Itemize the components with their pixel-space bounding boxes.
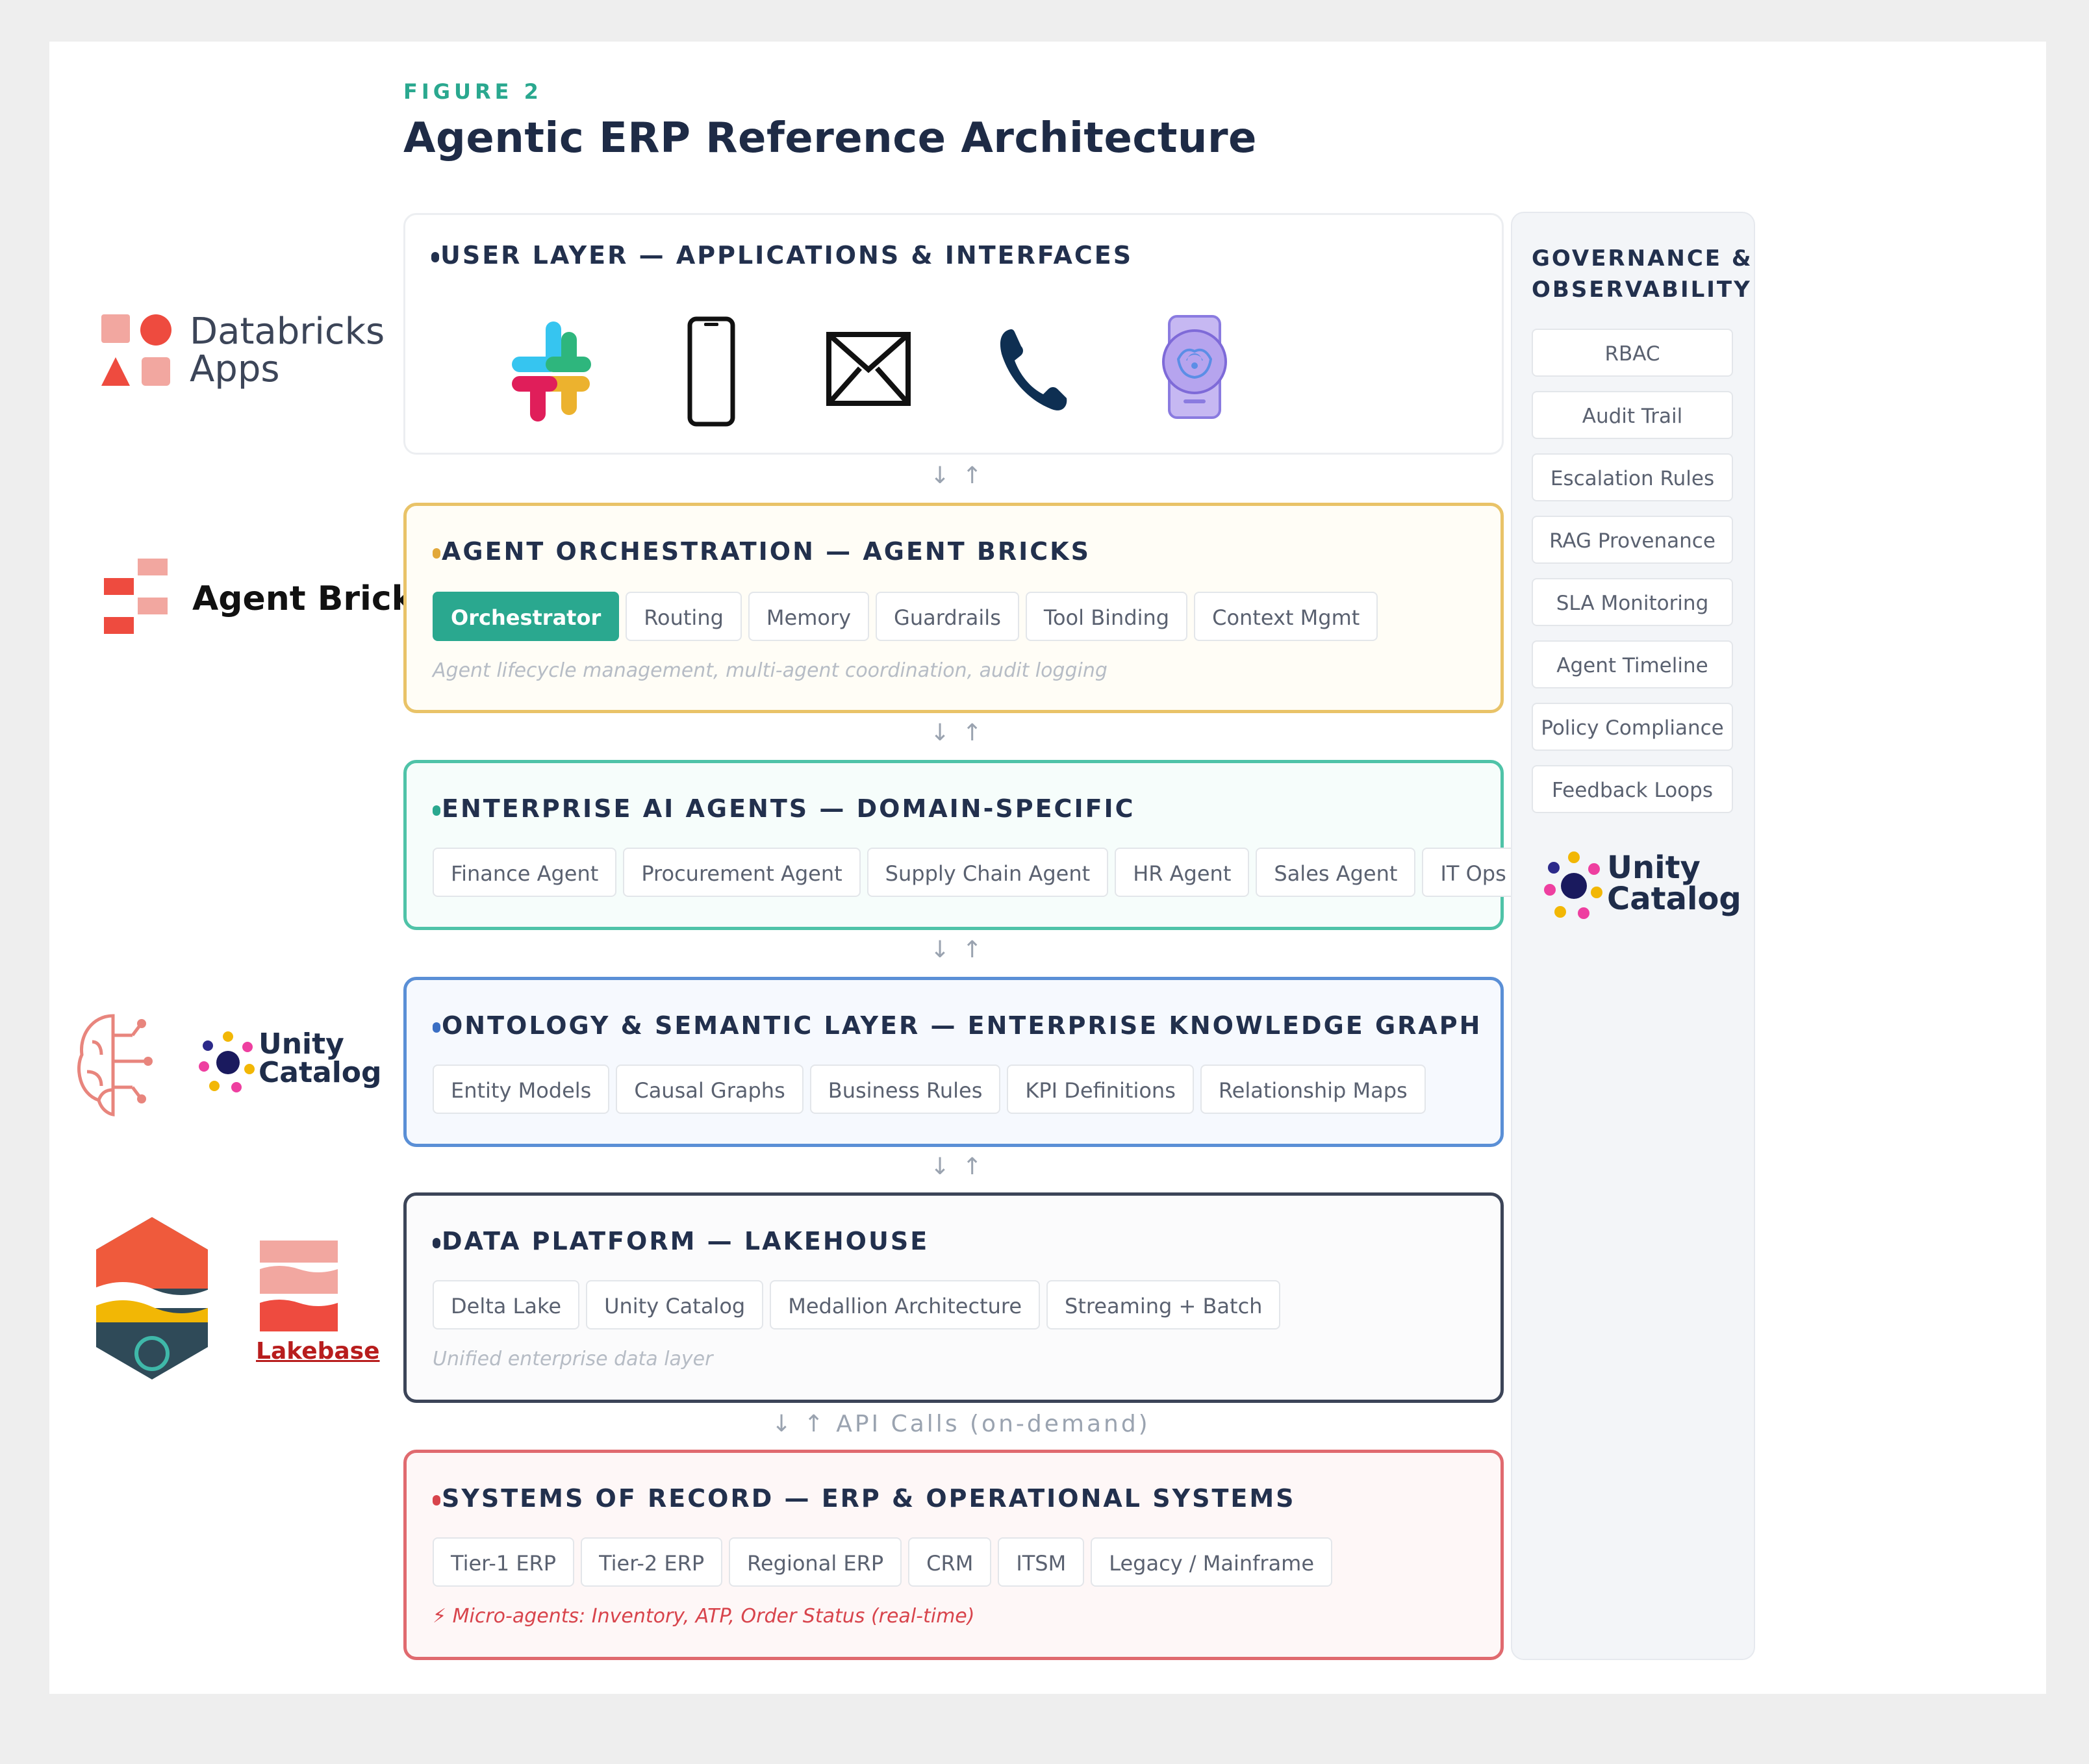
unity-catalog-icon xyxy=(1544,851,1602,919)
records-dot xyxy=(433,1494,440,1506)
enterprise-agents-layer: ENTERPRISE AI AGENTS — DOMAIN-SPECIFIC F… xyxy=(403,760,1593,930)
governance-panel: GOVERNANCE & OBSERVABILITY RBAC Audit Tr… xyxy=(1511,212,1755,1660)
orchestration-dot xyxy=(433,548,440,559)
smartphone-icon[interactable] xyxy=(687,316,735,427)
gov-item-rag-provenance[interactable]: RAG Provenance xyxy=(1532,516,1733,564)
ontology-title: ONTOLOGY & SEMANTIC LAYER — ENTERPRISE K… xyxy=(442,1011,1482,1040)
connector-user-orchestration: ↓ ↑ xyxy=(930,462,985,489)
systems-of-record-layer: SYSTEMS OF RECORD — ERP & OPERATIONAL SY… xyxy=(403,1450,1504,1660)
chip-unity-catalog[interactable]: Unity Catalog xyxy=(586,1280,764,1329)
data-note: Unified enterprise data layer xyxy=(433,1348,713,1370)
gov-item-audit-trail[interactable]: Audit Trail xyxy=(1532,391,1733,439)
chip-business-rules[interactable]: Business Rules xyxy=(809,1065,1001,1114)
data-title: DATA PLATFORM — LAKEHOUSE xyxy=(442,1227,930,1255)
orchestration-title: AGENT ORCHESTRATION — AGENT BRICKS xyxy=(442,537,1091,566)
agent-bricks-icon xyxy=(104,559,168,634)
data-dot xyxy=(433,1237,440,1248)
enterprise-chips: Finance Agent Procurement Agent Supply C… xyxy=(433,848,1593,897)
gov-unity-text: Unity xyxy=(1607,850,1701,886)
chip-regional-erp[interactable]: Regional ERP xyxy=(729,1537,902,1587)
ontology-chips: Entity Models Causal Graphs Business Rul… xyxy=(433,1065,1426,1114)
phone-icon[interactable] xyxy=(998,325,1069,414)
connector-orchestration-enterprise: ↓ ↑ xyxy=(930,720,985,746)
chip-tier2-erp[interactable]: Tier-2 ERP xyxy=(581,1537,723,1587)
enterprise-title: ENTERPRISE AI AGENTS — DOMAIN-SPECIFIC xyxy=(442,794,1135,823)
ai-mobile-brain-icon[interactable] xyxy=(1152,314,1237,422)
chip-memory[interactable]: Memory xyxy=(748,592,870,641)
chip-delta-lake[interactable]: Delta Lake xyxy=(433,1280,580,1329)
orchestration-chips: Orchestrator Routing Memory Guardrails T… xyxy=(433,592,1378,641)
records-title: SYSTEMS OF RECORD — ERP & OPERATIONAL SY… xyxy=(442,1484,1296,1513)
slack-icon[interactable] xyxy=(508,319,592,425)
chip-tool-binding[interactable]: Tool Binding xyxy=(1025,592,1188,641)
connector-ontology-data: ↓ ↑ xyxy=(930,1153,985,1180)
agent-bricks-text: Agent Bricks xyxy=(192,579,435,618)
chip-entity-models[interactable]: Entity Models xyxy=(433,1065,610,1114)
chip-legacy-mainframe[interactable]: Legacy / Mainframe xyxy=(1091,1537,1333,1587)
databricks-text: Databricks xyxy=(190,310,385,353)
data-platform-layer: DATA PLATFORM — LAKEHOUSE Delta Lake Uni… xyxy=(403,1192,1504,1403)
chip-procurement-agent[interactable]: Procurement Agent xyxy=(623,848,861,897)
chip-routing[interactable]: Routing xyxy=(626,592,742,641)
chip-crm[interactable]: CRM xyxy=(908,1537,992,1587)
gov-item-rbac[interactable]: RBAC xyxy=(1532,329,1733,377)
catalog-text: Catalog xyxy=(259,1056,382,1089)
chip-supply-chain-agent[interactable]: Supply Chain Agent xyxy=(867,848,1109,897)
figure-title: Agentic ERP Reference Architecture xyxy=(403,114,1257,162)
chip-context-mgmt[interactable]: Context Mgmt xyxy=(1194,592,1378,641)
brain-circuit-icon xyxy=(77,1014,153,1116)
gov-item-policy-compliance[interactable]: Policy Compliance xyxy=(1532,703,1733,751)
chip-streaming-batch[interactable]: Streaming + Batch xyxy=(1046,1280,1281,1329)
figure-label: FIGURE 2 xyxy=(403,79,542,104)
chip-hr-agent[interactable]: HR Agent xyxy=(1115,848,1250,897)
enterprise-dot xyxy=(433,805,440,816)
chip-kpi-definitions[interactable]: KPI Definitions xyxy=(1007,1065,1194,1114)
gov-item-escalation-rules[interactable]: Escalation Rules xyxy=(1532,453,1733,501)
records-note: ⚡ Micro-agents: Inventory, ATP, Order St… xyxy=(433,1605,975,1628)
databricks-apps-icon xyxy=(101,314,171,386)
chip-itsm[interactable]: ITSM xyxy=(998,1537,1085,1587)
gov-catalog-text: Catalog xyxy=(1607,881,1741,917)
lakehouse-hexagon-icon xyxy=(96,1217,208,1380)
user-layer-title: USER LAYER — APPLICATIONS & INTERFACES xyxy=(440,241,1133,270)
gov-item-agent-timeline[interactable]: Agent Timeline xyxy=(1532,640,1733,688)
figure-card: FIGURE 2 Agentic ERP Reference Architect… xyxy=(49,42,2046,1694)
chip-guardrails[interactable]: Guardrails xyxy=(876,592,1019,641)
governance-title-line2: OBSERVABILITY xyxy=(1532,277,1752,303)
orchestration-layer: AGENT ORCHESTRATION — AGENT BRICKS Orche… xyxy=(403,503,1504,713)
unity-catalog-icon xyxy=(199,1031,255,1092)
ontology-layer: ONTOLOGY & SEMANTIC LAYER — ENTERPRISE K… xyxy=(403,977,1504,1147)
ontology-dot xyxy=(433,1022,440,1033)
governance-title-line1: GOVERNANCE & xyxy=(1532,246,1753,271)
gov-item-sla-monitoring[interactable]: SLA Monitoring xyxy=(1532,578,1733,626)
connector-enterprise-ontology: ↓ ↑ xyxy=(930,937,985,963)
chip-causal-graphs[interactable]: Causal Graphs xyxy=(616,1065,804,1114)
orchestration-note: Agent lifecycle management, multi-agent … xyxy=(433,659,1108,682)
connector-api-calls: ↓ ↑ API Calls (on-demand) xyxy=(772,1411,1150,1437)
chip-finance-agent[interactable]: Finance Agent xyxy=(433,848,617,897)
records-chips: Tier-1 ERP Tier-2 ERP Regional ERP CRM I… xyxy=(433,1537,1333,1587)
user-layer-dot xyxy=(431,251,439,262)
chip-orchestrator[interactable]: Orchestrator xyxy=(433,592,620,641)
gov-item-feedback-loops[interactable]: Feedback Loops xyxy=(1532,765,1733,813)
unity-text: Unity xyxy=(259,1027,344,1061)
user-layer: USER LAYER — APPLICATIONS & INTERFACES xyxy=(403,213,1504,455)
email-envelope-icon[interactable] xyxy=(826,332,911,406)
chip-sales-agent[interactable]: Sales Agent xyxy=(1256,848,1416,897)
apps-text: Apps xyxy=(190,348,280,390)
data-chips: Delta Lake Unity Catalog Medallion Archi… xyxy=(433,1280,1281,1329)
chip-medallion-architecture[interactable]: Medallion Architecture xyxy=(770,1280,1041,1329)
chip-relationship-maps[interactable]: Relationship Maps xyxy=(1200,1065,1426,1114)
chip-tier1-erp[interactable]: Tier-1 ERP xyxy=(433,1537,575,1587)
lakebase-icon xyxy=(260,1241,338,1331)
lakebase-text: Lakebase xyxy=(256,1338,380,1365)
